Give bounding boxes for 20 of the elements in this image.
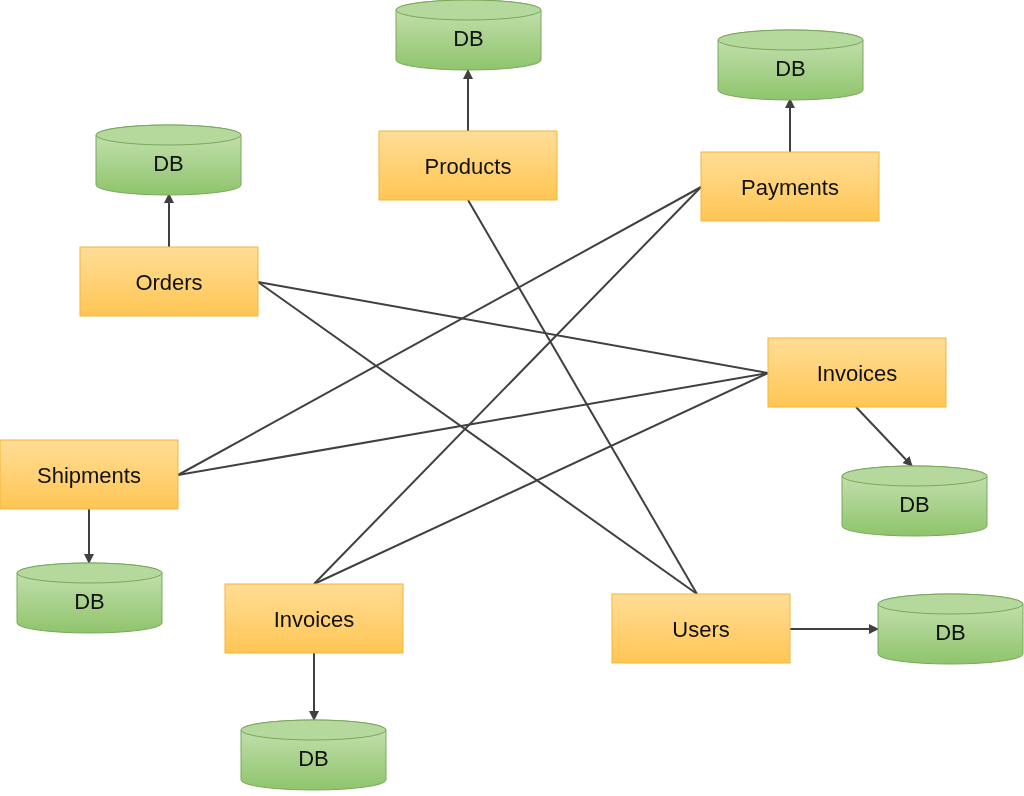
database-cylinder: DB bbox=[877, 593, 1024, 665]
arrow bbox=[309, 652, 319, 721]
service-node: Invoices bbox=[224, 583, 404, 654]
database-cylinder: DB bbox=[240, 719, 387, 791]
service-node: Payments bbox=[700, 151, 880, 222]
service-node: Users bbox=[611, 593, 791, 664]
database-cylinder: DB bbox=[95, 124, 242, 196]
database-cylinder: DB bbox=[395, 0, 542, 71]
arrow bbox=[164, 193, 174, 248]
arrow bbox=[463, 69, 473, 132]
service-node: Shipments bbox=[0, 439, 179, 510]
database-cylinder: DB bbox=[717, 29, 864, 101]
service-node: Products bbox=[378, 130, 558, 201]
arrow bbox=[785, 98, 795, 153]
arrow bbox=[84, 508, 94, 564]
arrow bbox=[855, 406, 913, 467]
database-cylinder: DB bbox=[841, 465, 988, 537]
service-node: Orders bbox=[79, 246, 259, 317]
database-cylinder: DB bbox=[16, 562, 163, 634]
service-node: Invoices bbox=[767, 337, 947, 408]
